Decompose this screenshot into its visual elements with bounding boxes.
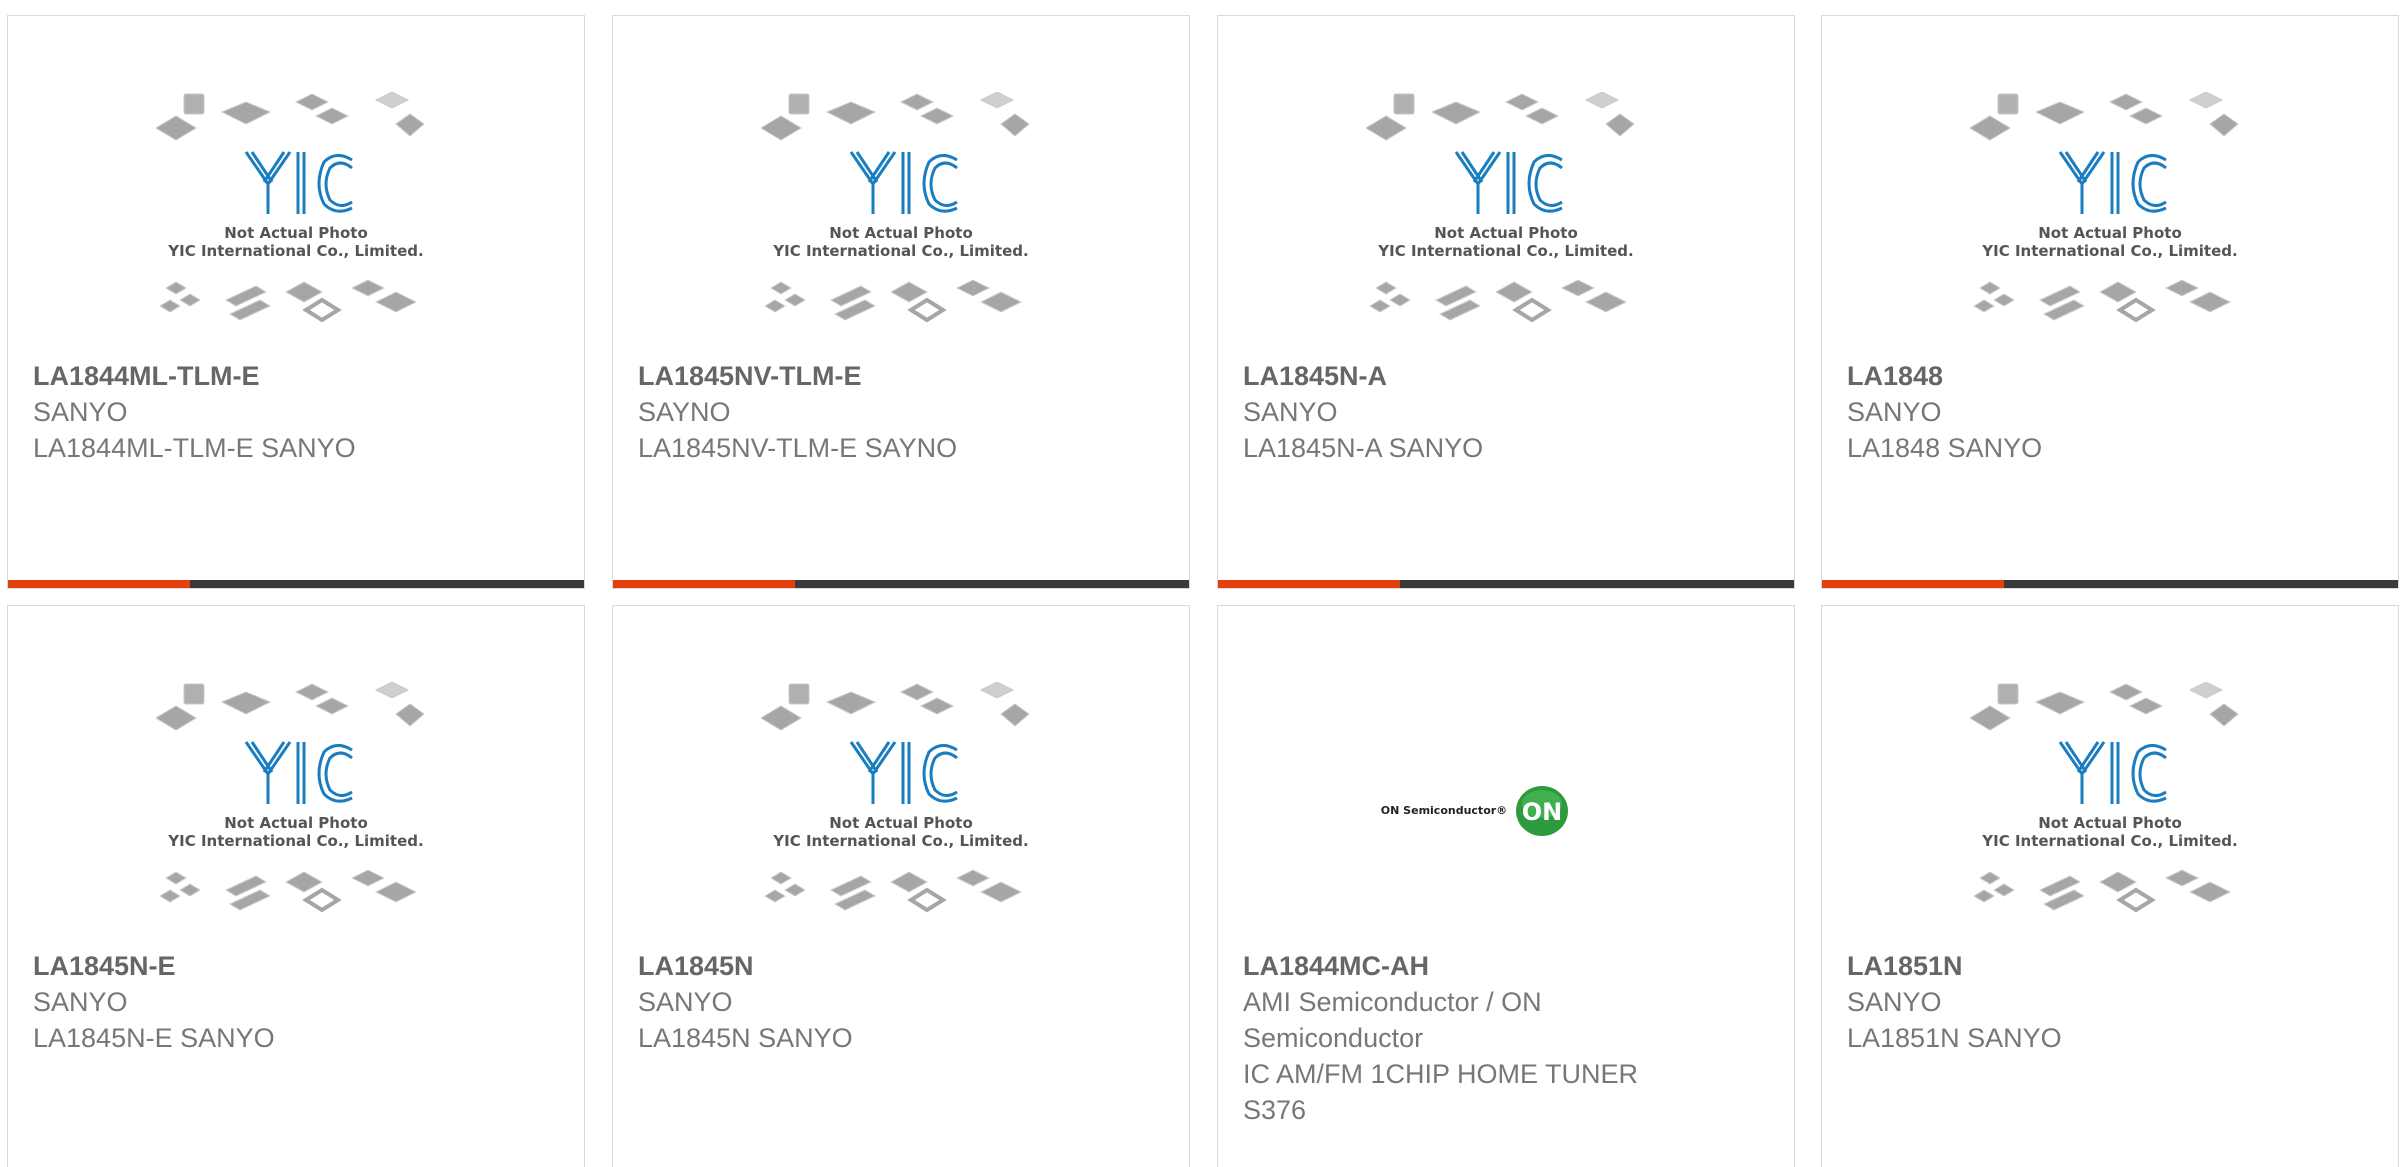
part-number-link[interactable]: LA1845N (638, 948, 1069, 984)
manufacturer-name: SANYO (1243, 397, 1338, 427)
manufacturer-name: AMI Semiconductor / ON Semiconductor (1243, 987, 1542, 1053)
product-description: LA1845N SANYO (638, 1023, 853, 1053)
product-image[interactable]: Not Actual Photo YIC International Co., … (8, 92, 584, 362)
on-semiconductor-logo-image: ON Semiconductor® ON (1381, 786, 1568, 836)
product-info: LA1845N SANYO LA1845N SANYO (638, 948, 1069, 1056)
yic-logo (849, 741, 958, 804)
part-number-link[interactable]: LA1848 (1847, 358, 2278, 394)
product-info: LA1851N SANYO LA1851N SANYO (1847, 948, 2278, 1056)
chip-placeholder-image: Not Actual Photo YIC International Co., … (156, 92, 425, 323)
company-name-text: YIC International Co., Limited. (1981, 832, 2237, 850)
chip-placeholder-image: Not Actual Photo YIC International Co., … (156, 682, 425, 913)
product-description: LA1844ML-TLM-E SANYO (33, 433, 356, 463)
product-card[interactable]: Not Actual Photo YIC International Co., … (1217, 15, 1795, 589)
product-image[interactable]: ON Semiconductor® ON (1218, 682, 1794, 952)
product-image[interactable]: Not Actual Photo YIC International Co., … (1822, 682, 2398, 952)
not-actual-photo-text: Not Actual Photo (224, 224, 368, 242)
product-info: LA1848 SANYO LA1848 SANYO (1847, 358, 2278, 466)
product-description: LA1845NV-TLM-E SAYNO (638, 433, 958, 463)
yic-logo (244, 151, 353, 214)
manufacturer-name: SANYO (1847, 397, 1942, 427)
not-actual-photo-text: Not Actual Photo (829, 224, 973, 242)
card-footer-bar (1822, 580, 2398, 588)
company-name-text: YIC International Co., Limited. (167, 242, 423, 260)
chip-placeholder-image: Not Actual Photo YIC International Co., … (761, 682, 1030, 913)
card-footer-accent (613, 580, 795, 588)
company-name-text: YIC International Co., Limited. (772, 832, 1028, 850)
product-image[interactable]: Not Actual Photo YIC International Co., … (613, 92, 1189, 362)
not-actual-photo-text: Not Actual Photo (829, 814, 973, 832)
yic-logo (849, 151, 958, 214)
part-number-link[interactable]: LA1845N-A (1243, 358, 1674, 394)
product-card[interactable]: Not Actual Photo YIC International Co., … (7, 605, 585, 1167)
part-number-link[interactable]: LA1851N (1847, 948, 2278, 984)
product-description: IC AM/FM 1CHIP HOME TUNER S376 (1243, 1059, 1639, 1125)
card-footer-bar (8, 580, 584, 588)
not-actual-photo-text: Not Actual Photo (224, 814, 368, 832)
product-description: LA1845N-E SANYO (33, 1023, 275, 1053)
card-footer-accent (1218, 580, 1400, 588)
chip-placeholder-image: Not Actual Photo YIC International Co., … (1970, 682, 2239, 913)
manufacturer-name: SANYO (33, 987, 128, 1017)
chip-placeholder-image: Not Actual Photo YIC International Co., … (1970, 92, 2239, 323)
card-footer-accent (8, 580, 190, 588)
company-name-text: YIC International Co., Limited. (1377, 242, 1633, 260)
product-image[interactable]: Not Actual Photo YIC International Co., … (1822, 92, 2398, 362)
product-card[interactable]: Not Actual Photo YIC International Co., … (1821, 605, 2399, 1167)
part-number-link[interactable]: LA1845NV-TLM-E (638, 358, 1069, 394)
part-number-link[interactable]: LA1844MC-AH (1243, 948, 1674, 984)
company-name-text: YIC International Co., Limited. (167, 832, 423, 850)
part-number-link[interactable]: LA1845N-E (33, 948, 464, 984)
product-info: LA1845N-A SANYO LA1845N-A SANYO (1243, 358, 1674, 466)
company-name-text: YIC International Co., Limited. (1981, 242, 2237, 260)
not-actual-photo-text: Not Actual Photo (2038, 814, 2182, 832)
product-description: LA1851N SANYO (1847, 1023, 2062, 1053)
not-actual-photo-text: Not Actual Photo (1434, 224, 1578, 242)
yic-logo (2058, 741, 2167, 804)
product-card[interactable]: ON Semiconductor® ON LA1844MC-AH AMI Semi… (1217, 605, 1795, 1167)
card-footer-accent (1822, 580, 2004, 588)
product-info: LA1844ML-TLM-E SANYO LA1844ML-TLM-E SANYO (33, 358, 464, 466)
manufacturer-name: SANYO (638, 987, 733, 1017)
card-footer-bar (1218, 580, 1794, 588)
product-image[interactable]: Not Actual Photo YIC International Co., … (1218, 92, 1794, 362)
product-info: LA1845N-E SANYO LA1845N-E SANYO (33, 948, 464, 1056)
company-name-text: YIC International Co., Limited. (772, 242, 1028, 260)
product-card[interactable]: Not Actual Photo YIC International Co., … (612, 15, 1190, 589)
product-card[interactable]: Not Actual Photo YIC International Co., … (7, 15, 585, 589)
product-description: LA1845N-A SANYO (1243, 433, 1484, 463)
card-footer-bar (613, 580, 1189, 588)
manufacturer-name: SAYNO (638, 397, 731, 427)
product-description: LA1848 SANYO (1847, 433, 2043, 463)
chip-placeholder-image: Not Actual Photo YIC International Co., … (761, 92, 1030, 323)
manufacturer-name: SANYO (33, 397, 128, 427)
product-card[interactable]: Not Actual Photo YIC International Co., … (612, 605, 1190, 1167)
chip-placeholder-image: Not Actual Photo YIC International Co., … (1366, 92, 1635, 323)
on-badge-icon: ON (1522, 798, 1563, 826)
yic-logo (1454, 151, 1563, 214)
not-actual-photo-text: Not Actual Photo (2038, 224, 2182, 242)
product-image[interactable]: Not Actual Photo YIC International Co., … (613, 682, 1189, 952)
part-number-link[interactable]: LA1844ML-TLM-E (33, 358, 464, 394)
product-grid: Not Actual Photo YIC International Co., … (0, 0, 2400, 1167)
yic-logo (2058, 151, 2167, 214)
product-card[interactable]: Not Actual Photo YIC International Co., … (1821, 15, 2399, 589)
yic-logo (244, 741, 353, 804)
product-image[interactable]: Not Actual Photo YIC International Co., … (8, 682, 584, 952)
product-info: LA1845NV-TLM-E SAYNO LA1845NV-TLM-E SAYNO (638, 358, 1069, 466)
on-semiconductor-wordmark: ON Semiconductor® (1381, 804, 1507, 817)
manufacturer-name: SANYO (1847, 987, 1942, 1017)
product-info: LA1844MC-AH AMI Semiconductor / ON Semico… (1243, 948, 1674, 1128)
